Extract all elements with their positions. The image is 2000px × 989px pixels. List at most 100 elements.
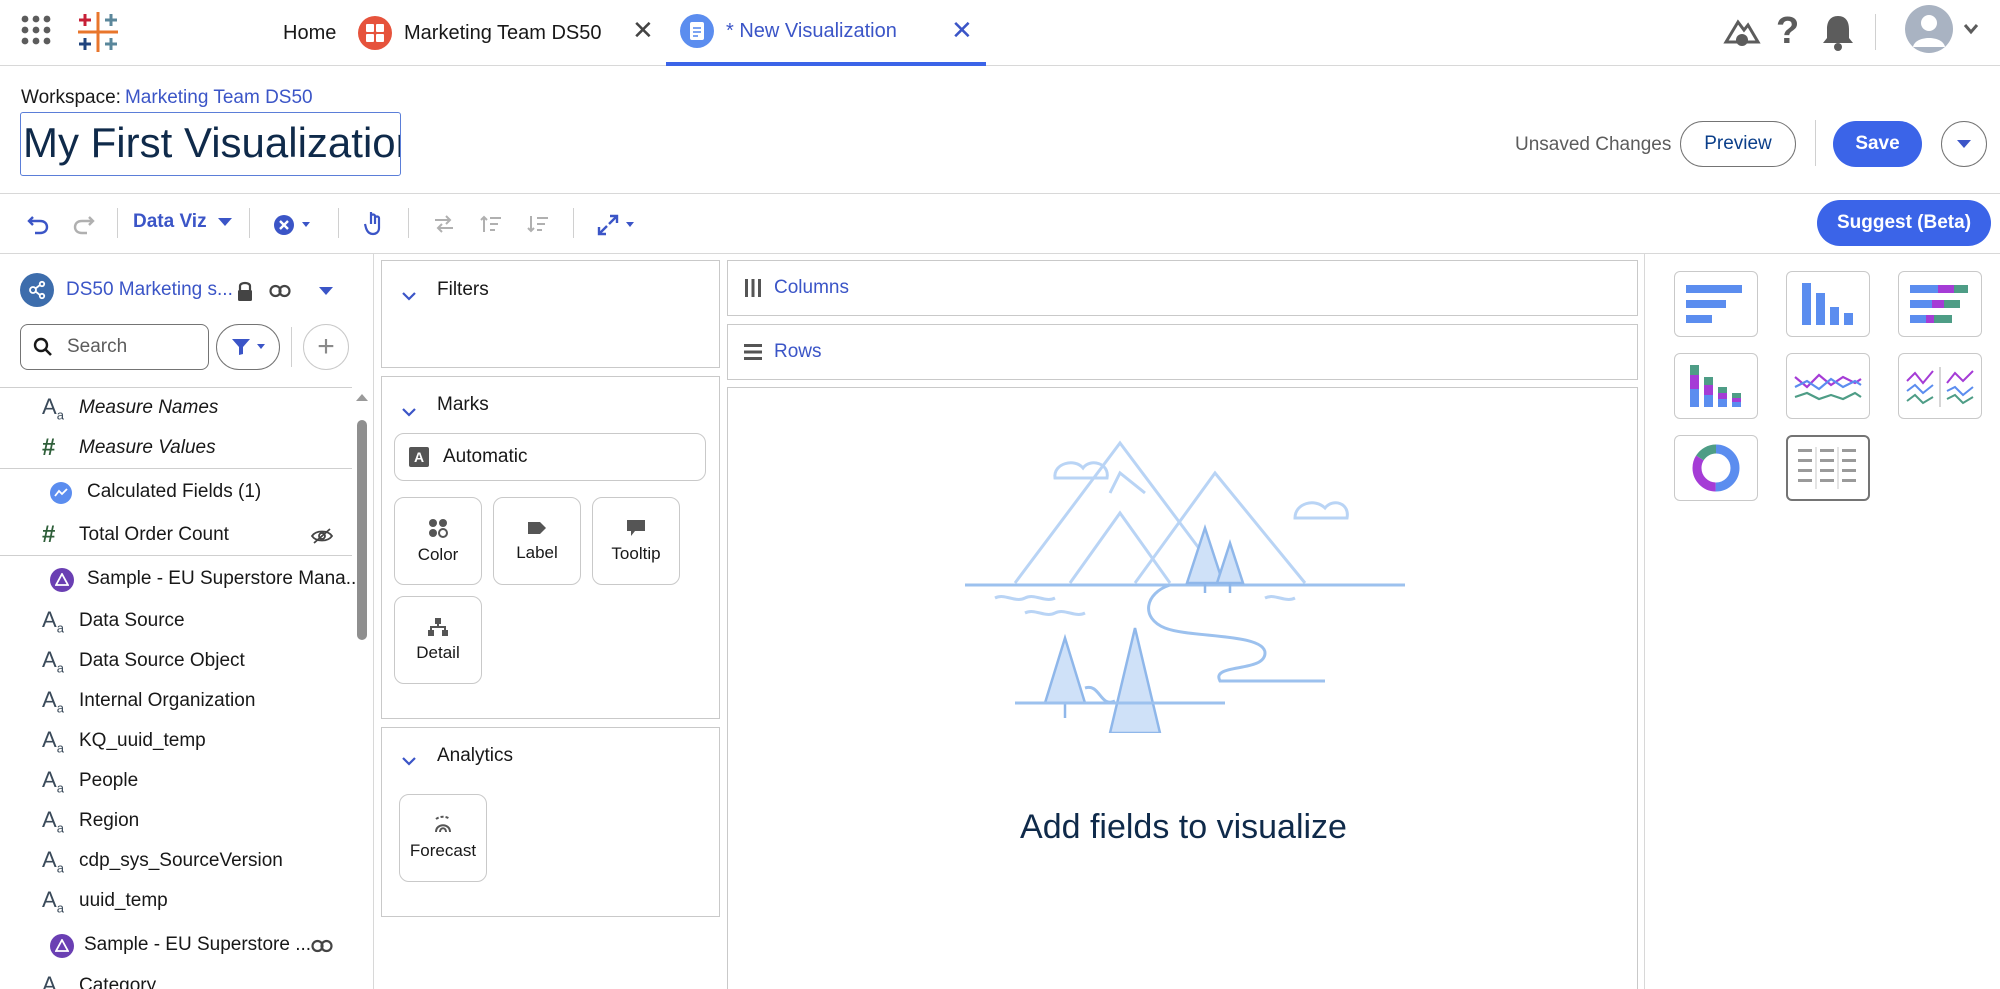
field-data-source[interactable]: Aa Data Source	[0, 601, 352, 641]
search-input[interactable]: Search	[20, 324, 209, 370]
analytics-card: Analytics Forecast	[381, 727, 720, 917]
viz-canvas[interactable]: Add fields to visualize	[727, 387, 1638, 989]
field-cdp-sys-source-version[interactable]: Aa cdp_sys_SourceVersion	[0, 841, 352, 881]
scrollbar-thumb[interactable]	[357, 420, 367, 640]
string-type-icon: Aa	[42, 393, 64, 423]
marks-card: Marks A Automatic Color Label Tooltip De…	[381, 376, 720, 719]
chevron-down-icon[interactable]	[400, 403, 418, 421]
notifications-bell-icon[interactable]	[1820, 12, 1856, 52]
redo-icon[interactable]	[72, 212, 96, 236]
chevron-down-icon	[626, 222, 634, 227]
visualization-title-input[interactable]: My First Visualization	[20, 112, 401, 176]
text-table-icon	[1798, 447, 1856, 489]
swap-axes-icon[interactable]	[432, 214, 456, 234]
help-icon[interactable]: ?	[1776, 10, 1799, 53]
field-object-eu-superstore[interactable]: Sample - EU Superstore Mana...	[0, 559, 362, 599]
field-people[interactable]: Aa People	[0, 761, 352, 801]
tab-workspace[interactable]: Marketing Team DS50	[358, 0, 602, 66]
field-data-source-object[interactable]: Aa Data Source Object	[0, 641, 352, 681]
string-type-icon: Aa	[42, 686, 64, 716]
columns-icon	[745, 279, 761, 297]
vertical-bar-chart-option[interactable]	[1786, 271, 1870, 337]
columns-shelf[interactable]: Columns	[727, 260, 1638, 316]
field-folder-calculated[interactable]: Calculated Fields (1)	[0, 472, 352, 512]
field-object-eu-superstore-2[interactable]: Sample - EU Superstore ...	[0, 925, 352, 965]
rows-shelf[interactable]: Rows	[727, 324, 1638, 380]
user-menu-chevron-icon[interactable]	[1963, 22, 1979, 36]
field-kq-uuid-temp[interactable]: Aa KQ_uuid_temp	[0, 721, 352, 761]
sort-ascending-icon[interactable]	[479, 214, 503, 234]
data-viz-menu[interactable]: Data Viz	[133, 211, 233, 233]
data-pane: DS50 Marketing s... Search + Aa Measure …	[0, 254, 374, 989]
tab-home-label: Home	[283, 21, 337, 44]
close-tab-visualization-icon[interactable]: ✕	[951, 17, 973, 43]
tableau-logo-icon[interactable]	[74, 8, 122, 56]
label-mark-button[interactable]: Label	[493, 497, 581, 585]
empty-state-message: Add fields to visualize	[1020, 808, 1347, 846]
user-avatar[interactable]	[1905, 5, 1953, 53]
trailhead-icon[interactable]	[1722, 12, 1762, 52]
field-measure-values[interactable]: # Measure Values	[0, 428, 352, 468]
line-chart-option[interactable]	[1786, 353, 1870, 419]
horizontal-bar-chart-option[interactable]	[1674, 271, 1758, 337]
field-filter-button[interactable]	[216, 324, 280, 370]
tab-new-visualization[interactable]: * New Visualization	[666, 0, 986, 66]
add-field-button[interactable]: +	[303, 324, 349, 370]
workspace-link[interactable]: Marketing Team DS50	[125, 87, 313, 108]
field-category[interactable]: Aa Category	[0, 966, 352, 989]
fit-view-icon[interactable]	[597, 214, 635, 236]
multi-line-chart-icon	[1906, 367, 1974, 407]
field-list-scrollbar[interactable]	[354, 392, 370, 989]
scroll-up-arrow-icon	[356, 394, 368, 401]
tab-home[interactable]: Home	[283, 0, 336, 66]
mark-type-select[interactable]: A Automatic	[394, 433, 706, 481]
string-type-icon: Aa	[42, 646, 64, 676]
analytics-title: Analytics	[437, 745, 514, 766]
tooltip-mark-button[interactable]: Tooltip	[592, 497, 680, 585]
text-table-option[interactable]	[1786, 435, 1870, 501]
suggest-beta-button[interactable]: Suggest (Beta)	[1817, 200, 1991, 246]
stacked-horizontal-bar-chart-option[interactable]	[1898, 271, 1982, 337]
vertical-bar-chart-icon	[1802, 283, 1853, 325]
toolbar-divider	[117, 208, 118, 238]
multi-line-chart-option[interactable]	[1898, 353, 1982, 419]
link-icon[interactable]	[311, 939, 333, 953]
search-icon	[33, 337, 52, 356]
filter-icon	[231, 339, 250, 355]
hidden-eye-icon[interactable]	[310, 527, 334, 545]
close-tab-workspace-icon[interactable]: ✕	[632, 17, 654, 43]
forecast-button[interactable]: Forecast	[399, 794, 487, 882]
stacked-vertical-bar-chart-option[interactable]	[1674, 353, 1758, 419]
donut-chart-option[interactable]	[1674, 435, 1758, 501]
datasource-name[interactable]: DS50 Marketing s...	[66, 279, 233, 301]
save-button[interactable]: Save	[1833, 121, 1922, 167]
link-icon[interactable]	[269, 284, 291, 298]
clear-sheet-icon[interactable]	[273, 214, 311, 236]
save-options-dropdown[interactable]	[1941, 121, 1987, 167]
header-divider	[1875, 14, 1876, 50]
chevron-down-icon	[1957, 140, 1971, 148]
string-type-icon: Aa	[42, 886, 64, 916]
toolbar-divider	[338, 208, 339, 238]
preview-button[interactable]: Preview	[1680, 121, 1796, 167]
string-type-icon: Aa	[42, 806, 64, 836]
string-type-icon: Aa	[42, 606, 64, 636]
field-measure-names[interactable]: Aa Measure Names	[0, 388, 352, 428]
interact-hand-icon[interactable]	[362, 210, 384, 236]
empty-state-mountains-illustration	[965, 440, 1405, 733]
field-region[interactable]: Aa Region	[0, 801, 352, 841]
workspace-tab-icon	[358, 16, 392, 50]
datasource-menu-chevron-icon[interactable]	[318, 285, 334, 297]
field-uuid-temp[interactable]: Aa uuid_temp	[0, 881, 352, 921]
field-internal-organization[interactable]: Aa Internal Organization	[0, 681, 352, 721]
app-launcher-icon[interactable]	[20, 14, 52, 46]
color-mark-button[interactable]: Color	[394, 497, 482, 585]
undo-icon[interactable]	[26, 212, 50, 236]
sort-descending-icon[interactable]	[526, 214, 550, 234]
detail-mark-button[interactable]: Detail	[394, 596, 482, 684]
chevron-down-icon[interactable]	[400, 287, 418, 305]
chevron-down-icon[interactable]	[400, 752, 418, 770]
label-tag-icon	[526, 519, 548, 537]
field-total-order-count[interactable]: # Total Order Count	[0, 515, 352, 555]
string-type-icon: Aa	[42, 726, 64, 756]
